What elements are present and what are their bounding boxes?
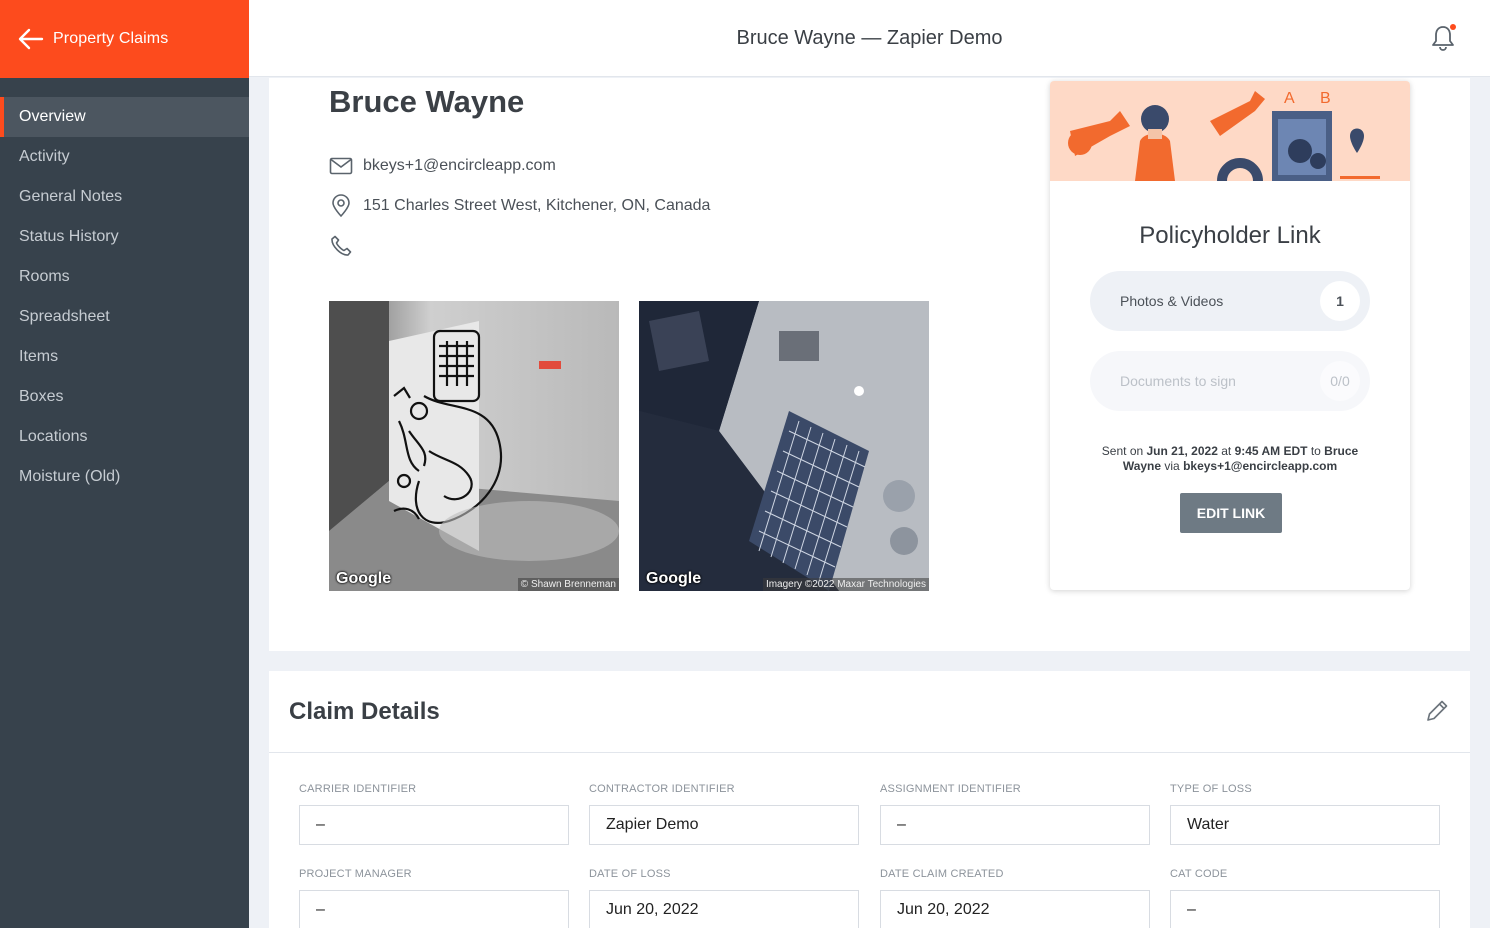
sent-at: at: [1217, 444, 1235, 458]
photo-credit: © Shawn Brenneman: [517, 578, 619, 591]
art-letter-b: B: [1320, 90, 1331, 107]
edit-link-button[interactable]: EDIT LINK: [1180, 493, 1282, 533]
page-title: Bruce Wayne — Zapier Demo: [736, 26, 1003, 49]
claim-details-title: Claim Details: [289, 697, 440, 725]
contact-name: Bruce Wayne: [329, 84, 525, 119]
sent-to: to: [1307, 444, 1325, 458]
notifications-button[interactable]: [1430, 24, 1456, 52]
sidebar-item-status-history[interactable]: Status History: [0, 217, 249, 257]
google-logo: Google: [646, 570, 702, 587]
sidebar-item-items[interactable]: Items: [0, 337, 249, 377]
back-label: Property Claims: [53, 30, 169, 47]
cat-code-input[interactable]: –: [1170, 890, 1440, 928]
sidebar-item-general-notes[interactable]: General Notes: [0, 177, 249, 217]
date-of-loss-field: DATE OF LOSS Jun 20, 2022: [589, 868, 859, 928]
project-manager-input[interactable]: –: [299, 890, 569, 928]
envelope-icon: [329, 157, 353, 175]
documents-to-sign-label: Documents to sign: [1120, 373, 1236, 389]
map-pin-icon: [332, 194, 350, 218]
contractor-identifier-field: CONTRACTOR IDENTIFIER Zapier Demo: [589, 783, 859, 845]
date-of-loss-input[interactable]: Jun 20, 2022: [589, 890, 859, 928]
sent-via: via: [1161, 459, 1184, 473]
phone-icon: [331, 235, 352, 256]
carrier-identifier-input[interactable]: –: [299, 805, 569, 845]
carrier-identifier-field: CARRIER IDENTIFIER –: [299, 783, 569, 845]
arrow-left-icon: [18, 28, 44, 50]
field-label: CONTRACTOR IDENTIFIER: [589, 783, 735, 795]
contact-address: 151 Charles Street West, Kitchener, ON, …: [363, 197, 711, 214]
photos-videos-pill[interactable]: Photos & Videos 1: [1090, 271, 1370, 331]
photos-videos-label: Photos & Videos: [1120, 293, 1224, 309]
sidebar-item-locations[interactable]: Locations: [0, 417, 249, 457]
date-claim-created-input[interactable]: Jun 20, 2022: [880, 890, 1150, 928]
sidebar-item-moisture-old[interactable]: Moisture (Old): [0, 457, 249, 497]
street-view-image[interactable]: Google © Shawn Brenneman: [329, 301, 619, 591]
photos-videos-count: 1: [1320, 281, 1360, 321]
cat-code-field: CAT CODE –: [1170, 868, 1440, 928]
imagery-credit: Imagery ©2022 Maxar Technologies: [762, 578, 929, 591]
notification-dot: [1450, 24, 1456, 30]
assignment-identifier-field: ASSIGNMENT IDENTIFIER –: [880, 783, 1150, 845]
documents-to-sign-pill: Documents to sign 0/0: [1090, 351, 1370, 411]
sent-prefix: Sent on: [1101, 444, 1147, 458]
project-manager-field: PROJECT MANAGER –: [299, 868, 569, 928]
documents-to-sign-count: 0/0: [1320, 361, 1360, 401]
field-label: PROJECT MANAGER: [299, 868, 412, 880]
sidebar-item-overview[interactable]: Overview: [0, 97, 249, 137]
sent-email: bkeys+1@encircleapp.com: [1183, 459, 1338, 473]
claim-details-header: Claim Details: [269, 671, 1470, 753]
google-logo: Google: [336, 570, 392, 587]
sidebar-item-boxes[interactable]: Boxes: [0, 377, 249, 417]
address-row[interactable]: 151 Charles Street West, Kitchener, ON, …: [329, 194, 710, 218]
policyholder-link-panel: A B Policyholder Link Photos & Videos 1 …: [1050, 81, 1410, 590]
field-label: TYPE OF LOSS: [1170, 783, 1252, 795]
satellite-rooftop-image: [639, 301, 929, 591]
sent-info: Sent on Jun 21, 2022 at 9:45 AM EDT to B…: [1090, 444, 1370, 474]
street-view-mural-image: [329, 301, 619, 591]
field-label: CAT CODE: [1170, 868, 1228, 880]
type-of-loss-input[interactable]: Water: [1170, 805, 1440, 845]
back-to-property-claims[interactable]: Property Claims: [0, 0, 249, 78]
type-of-loss-field: TYPE OF LOSS Water: [1170, 783, 1440, 845]
field-label: DATE CLAIM CREATED: [880, 868, 1004, 880]
top-bar: Bruce Wayne — Zapier Demo: [249, 0, 1490, 77]
assignment-identifier-input[interactable]: –: [880, 805, 1150, 845]
pencil-icon[interactable]: [1424, 698, 1450, 724]
satellite-view-image[interactable]: Google Imagery ©2022 Maxar Technologies: [639, 301, 929, 591]
field-label: CARRIER IDENTIFIER: [299, 783, 417, 795]
sidebar-nav: Overview Activity General Notes Status H…: [0, 97, 249, 497]
overview-card: Bruce Wayne bkeys+1@encircleapp.com 151 …: [269, 78, 1470, 651]
contact-email: bkeys+1@encircleapp.com: [363, 157, 556, 174]
policyholder-illustration: A B: [1050, 81, 1410, 182]
art-letter-a: A: [1284, 90, 1295, 107]
sent-time: 9:45 AM EDT: [1234, 444, 1308, 458]
policyholder-link-title: Policyholder Link: [1139, 222, 1321, 249]
sidebar-item-spreadsheet[interactable]: Spreadsheet: [0, 297, 249, 337]
claim-details-card: Claim Details CARRIER IDENTIFIER – CONTR…: [269, 671, 1470, 928]
date-claim-created-field: DATE CLAIM CREATED Jun 20, 2022: [880, 868, 1150, 928]
field-label: DATE OF LOSS: [589, 868, 671, 880]
email-row[interactable]: bkeys+1@encircleapp.com: [329, 154, 556, 178]
sidebar-item-rooms[interactable]: Rooms: [0, 257, 249, 297]
field-label: ASSIGNMENT IDENTIFIER: [880, 783, 1021, 795]
sent-date: Jun 21, 2022: [1146, 444, 1218, 458]
sidebar: Property Claims Overview Activity Genera…: [0, 0, 249, 928]
sidebar-item-activity[interactable]: Activity: [0, 137, 249, 177]
contractor-identifier-input[interactable]: Zapier Demo: [589, 805, 859, 845]
phone-row[interactable]: [329, 234, 363, 258]
